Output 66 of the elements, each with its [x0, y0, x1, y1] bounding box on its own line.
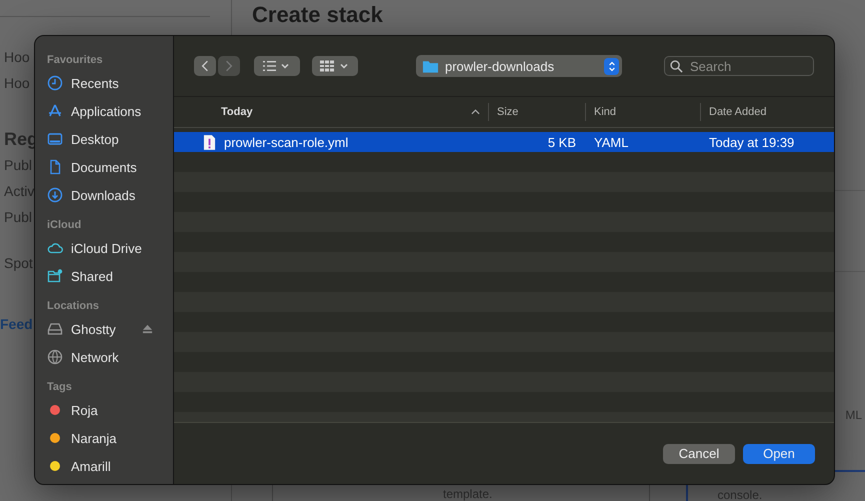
- sidebar-item[interactable]: Applications: [47, 97, 173, 125]
- globe-icon: [47, 349, 63, 365]
- sidebar-item-label: Ghostty: [71, 322, 116, 336]
- file-name: prowler-scan-role.yml: [224, 134, 348, 150]
- sidebar-item-label: Recents: [71, 76, 119, 90]
- shared-folder-icon: [47, 268, 63, 284]
- sidebar-item[interactable]: Shared: [47, 262, 173, 290]
- yaml-file-icon: [203, 134, 216, 150]
- nav-link-text: Publ: [3, 156, 32, 175]
- sort-ascending-icon: [471, 109, 480, 115]
- stepper-icon: [604, 58, 619, 74]
- grid-icon: [320, 60, 350, 72]
- clock-icon: [47, 75, 63, 91]
- file-date: Today at 19:39: [708, 134, 796, 150]
- sidebar-item[interactable]: Documents: [47, 153, 173, 181]
- nav-link-text: Activ: [3, 182, 34, 201]
- file-row[interactable]: prowler-scan-role.yml 5 KB YAML Today at 19:39: [174, 132, 834, 152]
- desktop-icon: [47, 131, 63, 147]
- cancel-button[interactable]: Cancel: [663, 444, 735, 464]
- file-kind: YAML: [593, 134, 630, 150]
- sidebar-item-label: Applications: [71, 104, 142, 118]
- sidebar-item-label: Naranja: [71, 430, 117, 446]
- sidebar-item-label: Documents: [71, 160, 137, 174]
- list-icon: [263, 60, 291, 72]
- sidebar-item[interactable]: Naranja: [47, 424, 173, 452]
- list-view-button[interactable]: [254, 56, 300, 76]
- nav-link-text: Publ: [3, 208, 32, 227]
- nav-link-text: Hoo: [3, 74, 30, 93]
- sidebar-item-label: Network: [71, 350, 119, 364]
- sidebar-item[interactable]: iCloud Drive: [47, 234, 173, 262]
- sidebar-item-label: Desktop: [71, 132, 119, 146]
- sidebar-item[interactable]: Roja: [47, 396, 173, 424]
- sidebar-item-label: Downloads: [71, 188, 136, 202]
- open-button[interactable]: Open: [743, 444, 815, 464]
- nav-link-text: Spot: [3, 254, 33, 273]
- section-heading: Locations: [47, 300, 100, 313]
- sidebar-item-label: Shared: [71, 268, 113, 284]
- location-dropdown[interactable]: prowler-downloads: [416, 55, 622, 77]
- eject-icon[interactable]: [142, 324, 153, 334]
- sidebar-item-label: Roja: [71, 402, 98, 418]
- app-store-icon: [47, 103, 63, 119]
- sidebar-item[interactable]: Downloads: [47, 181, 173, 209]
- download-icon: [47, 187, 63, 203]
- sidebar-item[interactable]: Ghostty: [47, 315, 173, 343]
- grid-view-button[interactable]: [312, 56, 358, 76]
- column-header[interactable]: Kind: [586, 103, 701, 121]
- sidebar-item[interactable]: Amarill: [47, 452, 173, 480]
- nav-link-text: Hoo: [3, 48, 30, 67]
- chevron-right-icon: [225, 60, 233, 72]
- section-heading: Tags: [47, 381, 73, 394]
- sidebar-item-label: Amarill: [71, 458, 111, 474]
- sidebar-item[interactable]: Network: [47, 343, 173, 371]
- search-field[interactable]: Search: [664, 56, 814, 76]
- sidebar-item-label: iCloud Drive: [71, 240, 142, 256]
- column-header[interactable]: Today: [174, 103, 489, 121]
- page-title: Create stack: [251, 1, 384, 28]
- column-header[interactable]: Date Added: [701, 103, 834, 121]
- section-heading: iCloud: [47, 219, 82, 232]
- section-heading: Favourites: [47, 54, 104, 67]
- folder-icon: [422, 59, 439, 73]
- file-size: 5 KB: [546, 134, 577, 150]
- back-button[interactable]: [194, 56, 216, 76]
- chevron-left-icon: [201, 60, 209, 72]
- sidebar-item[interactable]: Desktop: [47, 125, 173, 153]
- column-header[interactable]: Size: [489, 103, 586, 121]
- sidebar-item[interactable]: Recents: [47, 69, 173, 97]
